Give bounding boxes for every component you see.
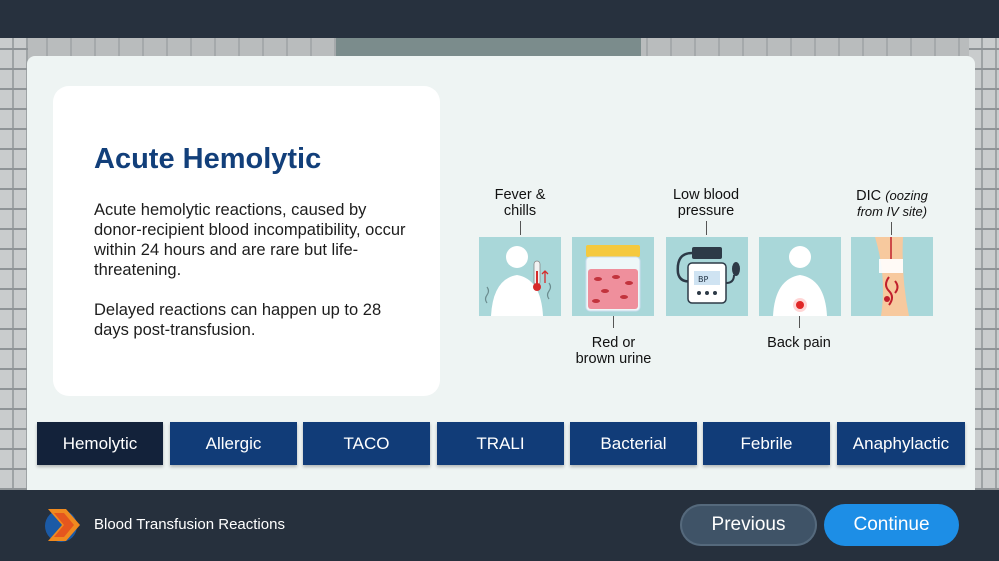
symptom-label-dic: DIC (oozing from IV site) (856, 188, 928, 219)
delayed-note-paragraph: Delayed reactions can happen up to 28 da… (94, 301, 382, 339)
continue-button[interactable]: Continue (824, 504, 959, 546)
tab-bacterial[interactable]: Bacterial (570, 422, 697, 465)
symptom-label-urine: Red or brown urine (575, 335, 652, 367)
previous-button[interactable]: Previous (680, 504, 817, 546)
bp-screen-text: BP (698, 275, 708, 284)
tab-trali[interactable]: TRALI (437, 422, 564, 465)
label-connector (799, 316, 800, 328)
fever-chills-icon (479, 237, 561, 316)
label-connector (891, 222, 892, 235)
tab-febrile[interactable]: Febrile (703, 422, 830, 465)
label-connector (613, 316, 614, 328)
background-brick-left (0, 38, 28, 490)
symptom-label-blood-pressure: Low blood pressure (672, 187, 740, 219)
label-connector (520, 221, 521, 235)
tab-hemolytic[interactable]: Hemolytic (37, 422, 163, 465)
tab-taco[interactable]: TACO (303, 422, 430, 465)
tab-allergic[interactable]: Allergic (170, 422, 297, 465)
tab-anaphylactic[interactable]: Anaphylactic (837, 422, 965, 465)
description-paragraph: Acute hemolytic reactions, caused by don… (94, 201, 406, 279)
back-pain-icon (759, 237, 841, 316)
blood-pressure-monitor-icon: BP (666, 237, 748, 316)
course-title: Blood Transfusion Reactions (94, 516, 285, 533)
iv-site-oozing-icon (851, 237, 933, 316)
background-window-strip (336, 38, 641, 56)
course-logo-icon (44, 505, 82, 545)
top-bar (0, 0, 999, 38)
symptom-label-fever: Fever & chills (494, 187, 546, 219)
urine-sample-icon (572, 237, 654, 316)
symptom-label-back-pain: Back pain (767, 335, 831, 351)
label-connector (706, 221, 707, 235)
page-title: Acute Hemolytic (94, 143, 322, 175)
